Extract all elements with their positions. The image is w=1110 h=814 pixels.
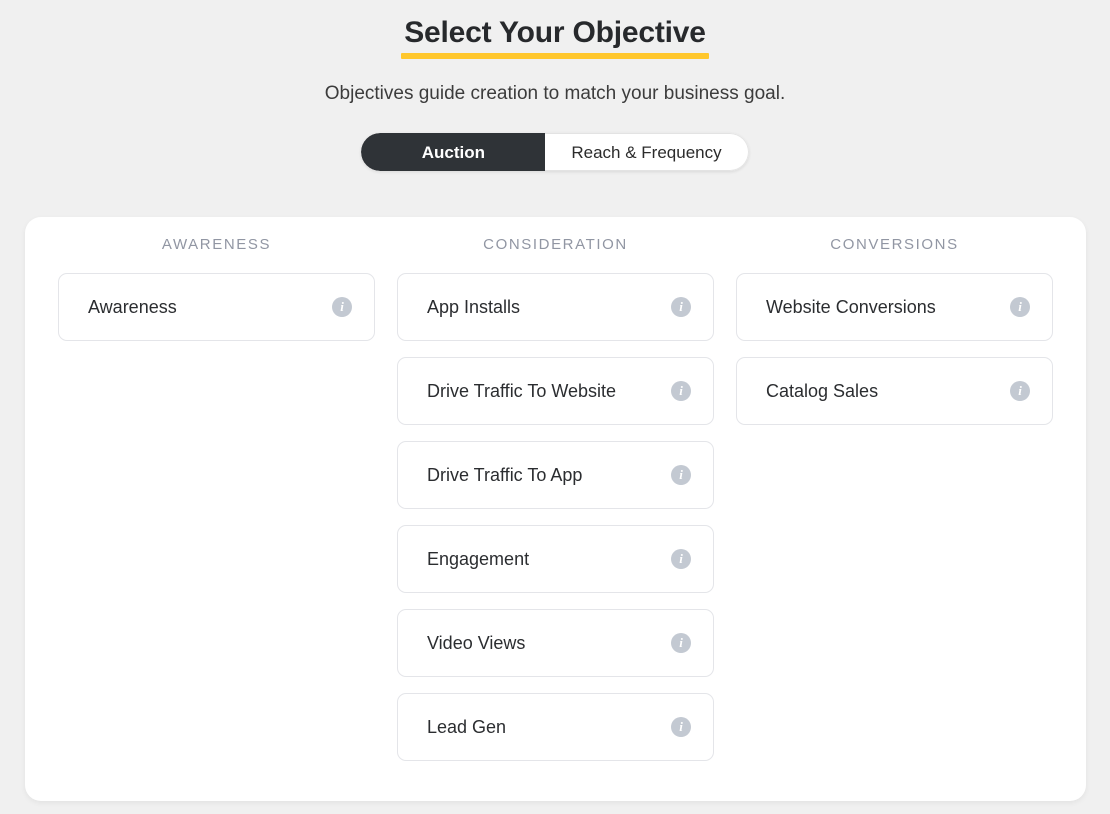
info-icon[interactable]: i [671, 717, 691, 737]
toggle-option-reach-frequency[interactable]: Reach & Frequency [545, 133, 748, 171]
objective-label: Engagement [427, 547, 529, 571]
page-subtitle: Objectives guide creation to match your … [0, 81, 1110, 107]
info-icon[interactable]: i [332, 297, 352, 317]
page-title: Select Your Objective [401, 14, 708, 52]
objective-label: Awareness [88, 295, 177, 319]
objective-card-lead-gen[interactable]: Lead Gen i [397, 693, 714, 761]
objective-card-drive-traffic-to-website[interactable]: Drive Traffic To Website i [397, 357, 714, 425]
objective-card-drive-traffic-to-app[interactable]: Drive Traffic To App i [397, 441, 714, 509]
title-underline-accent [401, 53, 708, 59]
info-icon[interactable]: i [671, 465, 691, 485]
objective-columns: AWARENESS Awareness i CONSIDERATION App … [25, 217, 1086, 801]
objective-card-website-conversions[interactable]: Website Conversions i [736, 273, 1053, 341]
info-icon[interactable]: i [1010, 297, 1030, 317]
objective-label: Website Conversions [766, 295, 936, 319]
column-conversions: CONVERSIONS Website Conversions i Catalo… [725, 235, 1064, 801]
objective-card-engagement[interactable]: Engagement i [397, 525, 714, 593]
page-header: Select Your Objective Objectives guide c… [0, 0, 1110, 107]
title-wrapper: Select Your Objective [401, 14, 708, 59]
objective-card-awareness[interactable]: Awareness i [58, 273, 375, 341]
objective-label: Drive Traffic To App [427, 463, 582, 487]
objective-card-catalog-sales[interactable]: Catalog Sales i [736, 357, 1053, 425]
objective-label: App Installs [427, 295, 520, 319]
info-icon[interactable]: i [671, 633, 691, 653]
buy-type-toggle[interactable]: Auction Reach & Frequency [361, 133, 748, 171]
column-awareness: AWARENESS Awareness i [47, 235, 386, 801]
column-header-consideration: CONSIDERATION [397, 235, 714, 255]
column-consideration: CONSIDERATION App Installs i Drive Traff… [386, 235, 725, 801]
column-header-conversions: CONVERSIONS [736, 235, 1053, 255]
objective-label: Catalog Sales [766, 379, 878, 403]
mode-toggle-row: Auction Reach & Frequency [0, 133, 1110, 171]
objective-card-video-views[interactable]: Video Views i [397, 609, 714, 677]
objective-card-app-installs[interactable]: App Installs i [397, 273, 714, 341]
column-header-awareness: AWARENESS [58, 235, 375, 255]
info-icon[interactable]: i [671, 381, 691, 401]
info-icon[interactable]: i [671, 549, 691, 569]
objective-label: Drive Traffic To Website [427, 379, 616, 403]
objectives-panel: AWARENESS Awareness i CONSIDERATION App … [25, 217, 1086, 801]
info-icon[interactable]: i [1010, 381, 1030, 401]
objective-label: Lead Gen [427, 715, 506, 739]
objective-label: Video Views [427, 631, 525, 655]
info-icon[interactable]: i [671, 297, 691, 317]
toggle-option-auction[interactable]: Auction [361, 133, 545, 171]
